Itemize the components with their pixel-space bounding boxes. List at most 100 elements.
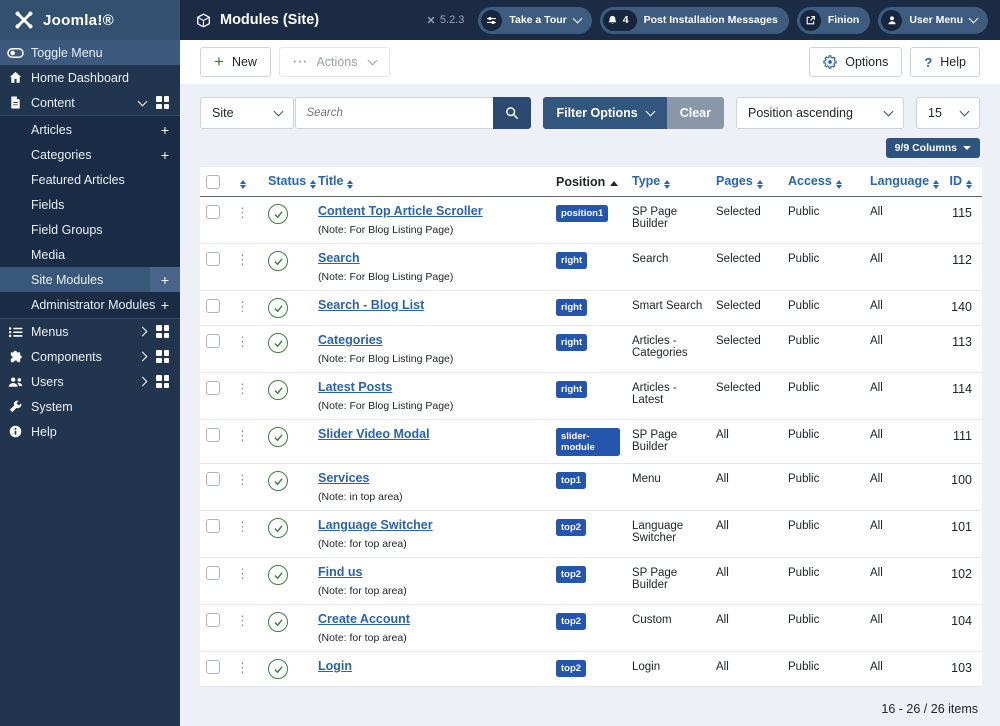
filter-options-button[interactable]: Filter Options <box>543 97 667 129</box>
help-button[interactable]: ? Help <box>910 47 980 77</box>
sidebar-item-menus[interactable]: Menus <box>0 319 180 344</box>
sidebar-item-site-modules[interactable]: Site Modules + <box>0 267 180 292</box>
column-header-position[interactable]: Position <box>550 167 626 197</box>
row-checkbox[interactable] <box>206 299 220 313</box>
take-a-tour-button[interactable]: Take a Tour <box>478 6 592 34</box>
post-installation-messages-button[interactable]: 4 Post Installation Messages <box>599 6 789 34</box>
add-icon[interactable]: + <box>161 148 169 162</box>
sidebar-item-fields[interactable]: Fields <box>0 192 180 217</box>
row-checkbox[interactable] <box>206 205 220 219</box>
sidebar-item-home-dashboard[interactable]: Home Dashboard <box>0 65 180 90</box>
actions-button[interactable]: ··· Actions <box>278 47 391 77</box>
module-title-link[interactable]: Search - Blog List <box>318 298 424 312</box>
row-checkbox[interactable] <box>206 566 220 580</box>
position-badge[interactable]: slider-module <box>556 428 620 456</box>
row-drag-handle[interactable]: ⋮ <box>236 298 249 313</box>
position-badge[interactable]: top2 <box>556 660 587 677</box>
column-header-pages[interactable]: Pages <box>710 167 782 197</box>
published-status-icon[interactable] <box>268 298 288 318</box>
clear-button[interactable]: Clear <box>666 97 724 129</box>
site-preview-button[interactable]: Finion <box>796 6 871 34</box>
position-badge[interactable]: right <box>556 334 588 351</box>
published-status-icon[interactable] <box>268 612 288 632</box>
row-checkbox[interactable] <box>206 472 220 486</box>
column-header-status[interactable]: Status <box>262 167 317 197</box>
row-checkbox[interactable] <box>206 334 220 348</box>
sidebar-item-users[interactable]: Users <box>0 369 180 394</box>
sidebar-item-administrator-modules[interactable]: Administrator Modules + <box>0 292 180 317</box>
row-drag-handle[interactable]: ⋮ <box>236 333 249 348</box>
sidebar-item-content[interactable]: Content <box>0 90 180 115</box>
row-drag-handle[interactable]: ⋮ <box>236 518 249 533</box>
row-checkbox[interactable] <box>206 381 220 395</box>
sidebar-item-system[interactable]: System <box>0 394 180 419</box>
row-checkbox[interactable] <box>206 613 220 627</box>
position-badge[interactable]: top2 <box>556 613 587 630</box>
published-status-icon[interactable] <box>268 251 288 271</box>
column-header-id[interactable]: ID <box>942 167 982 197</box>
sidebar-item-featured-articles[interactable]: Featured Articles <box>0 167 180 192</box>
module-title-link[interactable]: Login <box>318 659 352 673</box>
position-badge[interactable]: right <box>556 381 588 398</box>
sidebar-item-media[interactable]: Media <box>0 242 180 267</box>
row-drag-handle[interactable]: ⋮ <box>236 471 249 486</box>
module-title-link[interactable]: Services <box>318 471 369 485</box>
module-title-link[interactable]: Categories <box>318 333 383 347</box>
sidebar-item-categories[interactable]: Categories + <box>0 142 180 167</box>
published-status-icon[interactable] <box>268 659 288 679</box>
row-drag-handle[interactable]: ⋮ <box>236 612 249 627</box>
column-header-type[interactable]: Type <box>626 167 710 197</box>
position-badge[interactable]: right <box>556 299 588 316</box>
logo-block[interactable]: Joomla!® <box>0 0 180 40</box>
published-status-icon[interactable] <box>268 380 288 400</box>
module-title-link[interactable]: Language Switcher <box>318 518 433 532</box>
column-header-language[interactable]: Language <box>864 167 942 197</box>
column-header-access[interactable]: Access <box>782 167 864 197</box>
row-drag-handle[interactable]: ⋮ <box>236 204 249 219</box>
row-checkbox[interactable] <box>206 660 220 674</box>
position-badge[interactable]: right <box>556 252 588 269</box>
row-drag-handle[interactable]: ⋮ <box>236 565 249 580</box>
position-badge[interactable]: position1 <box>556 205 609 222</box>
published-status-icon[interactable] <box>268 565 288 585</box>
new-button[interactable]: + New <box>200 47 271 77</box>
published-status-icon[interactable] <box>268 471 288 491</box>
module-title-link[interactable]: Find us <box>318 565 362 579</box>
user-menu-button[interactable]: User Menu <box>878 6 988 34</box>
row-checkbox[interactable] <box>206 428 220 442</box>
search-button[interactable] <box>493 97 532 129</box>
row-drag-handle[interactable]: ⋮ <box>236 659 249 674</box>
published-status-icon[interactable] <box>268 427 288 447</box>
position-badge[interactable]: top2 <box>556 566 587 583</box>
search-input[interactable] <box>295 97 494 129</box>
module-title-link[interactable]: Search <box>318 251 360 265</box>
ordering-column-header[interactable] <box>230 167 262 197</box>
sidebar-item-help[interactable]: Help <box>0 419 180 444</box>
module-title-link[interactable]: Create Account <box>318 612 410 626</box>
row-checkbox[interactable] <box>206 519 220 533</box>
sidebar-item-field-groups[interactable]: Field Groups <box>0 217 180 242</box>
dashboard-grid-icon[interactable] <box>156 325 169 338</box>
module-title-link[interactable]: Content Top Article Scroller <box>318 204 483 218</box>
sort-order-select[interactable]: Position ascending <box>736 97 904 129</box>
dashboard-grid-icon[interactable] <box>156 96 169 109</box>
row-drag-handle[interactable]: ⋮ <box>236 427 249 442</box>
select-all-checkbox[interactable] <box>206 175 220 189</box>
position-badge[interactable]: top2 <box>556 519 587 536</box>
published-status-icon[interactable] <box>268 333 288 353</box>
sidebar-item-articles[interactable]: Articles + <box>0 117 180 142</box>
dashboard-grid-icon[interactable] <box>156 375 169 388</box>
add-icon[interactable]: + <box>161 123 169 137</box>
row-drag-handle[interactable]: ⋮ <box>236 251 249 266</box>
published-status-icon[interactable] <box>268 518 288 538</box>
position-badge[interactable]: top1 <box>556 472 587 489</box>
row-checkbox[interactable] <box>206 252 220 266</box>
client-select[interactable]: Site <box>200 97 294 129</box>
column-header-title[interactable]: Title <box>312 167 550 197</box>
sidebar-item-toggle-menu[interactable]: Toggle Menu <box>0 40 180 65</box>
add-icon[interactable]: + <box>161 298 169 312</box>
columns-toggle-button[interactable]: 9/9 Columns <box>885 138 980 158</box>
published-status-icon[interactable] <box>268 204 288 224</box>
list-limit-select[interactable]: 15 <box>916 97 980 129</box>
row-drag-handle[interactable]: ⋮ <box>236 380 249 395</box>
